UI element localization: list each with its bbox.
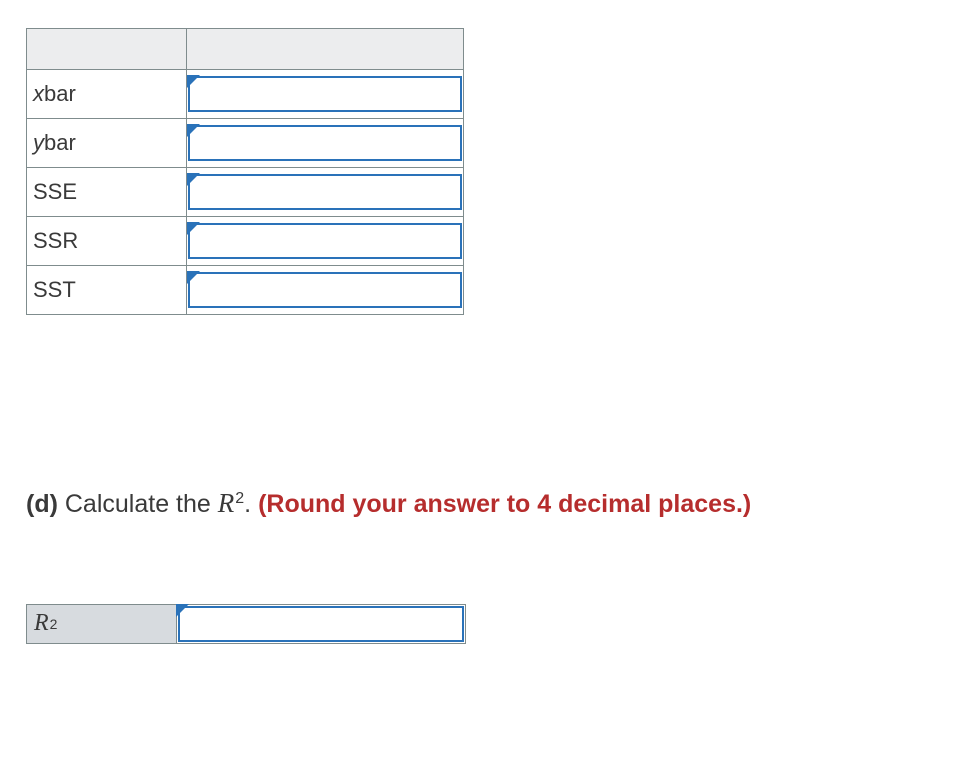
stats-table: xbarybarSSESSRSST xyxy=(26,28,464,315)
ybar-input[interactable] xyxy=(188,125,462,161)
row-value-cell-xbar xyxy=(186,70,463,119)
table-row: ybar xyxy=(27,119,464,168)
r2-row: R2 xyxy=(26,604,466,644)
stats-header-blank-2 xyxy=(186,29,463,70)
prompt-period: . xyxy=(244,490,258,518)
row-value-cell-sst xyxy=(186,266,463,315)
sst-input[interactable] xyxy=(188,272,462,308)
row-value-cell-ybar xyxy=(186,119,463,168)
table-row: xbar xyxy=(27,70,464,119)
part-d-prompt: (d) Calculate the R2. (Round your answer… xyxy=(26,485,939,522)
row-value-cell-sse xyxy=(186,168,463,217)
r2-input[interactable] xyxy=(178,606,464,642)
row-label-sse: SSE xyxy=(27,168,187,217)
row-label-ssr: SSR xyxy=(27,217,187,266)
part-label: (d) xyxy=(26,490,58,518)
row-label-sst: SST xyxy=(27,266,187,315)
row-label-xbar: xbar xyxy=(27,70,187,119)
ssr-input[interactable] xyxy=(188,223,462,259)
r2-input-cell xyxy=(177,605,465,643)
table-row: SSR xyxy=(27,217,464,266)
prompt-text-before: Calculate the xyxy=(58,490,218,518)
stats-header-row xyxy=(27,29,464,70)
row-label-ybar: ybar xyxy=(27,119,187,168)
table-row: SSE xyxy=(27,168,464,217)
r2-label: R2 xyxy=(27,605,177,643)
stats-header-blank-1 xyxy=(27,29,187,70)
sse-input[interactable] xyxy=(188,174,462,210)
xbar-input[interactable] xyxy=(188,76,462,112)
prompt-hint-red: (Round your answer to 4 decimal places.) xyxy=(258,490,751,518)
row-value-cell-ssr xyxy=(186,217,463,266)
table-row: SST xyxy=(27,266,464,315)
r-squared-symbol: R2 xyxy=(218,490,244,518)
